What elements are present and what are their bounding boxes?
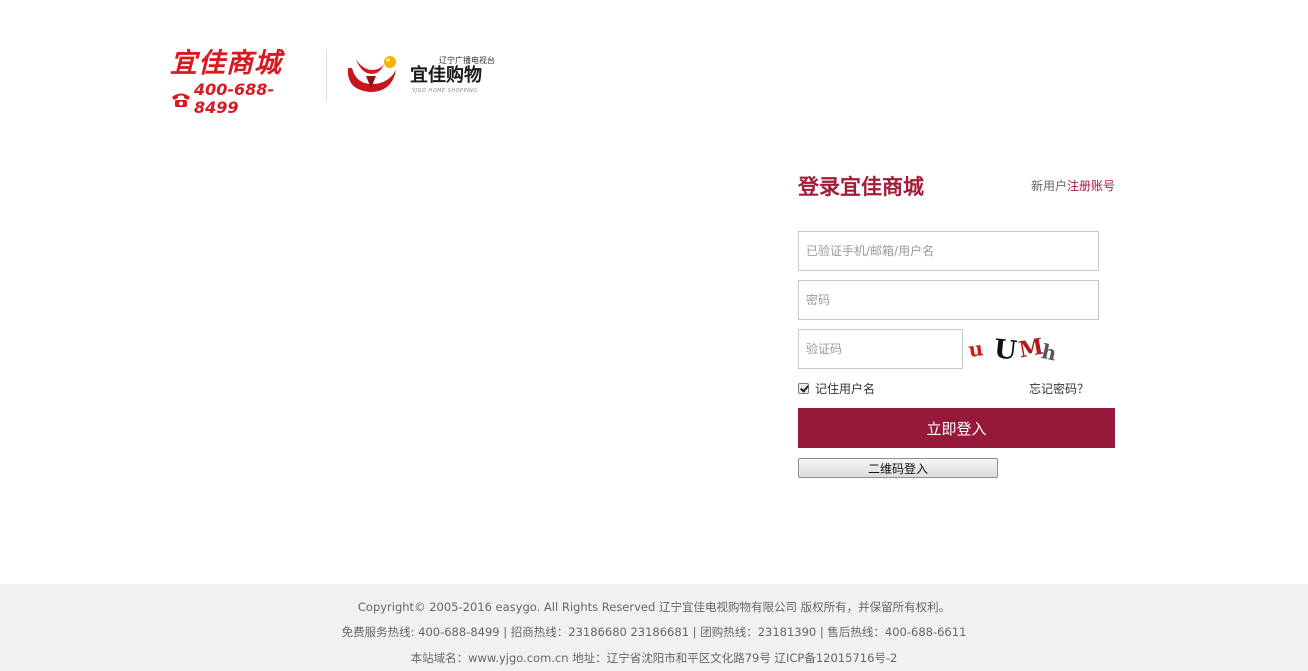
login-title: 登录宜佳商城 xyxy=(798,175,924,199)
remember-checkbox[interactable] xyxy=(798,383,809,394)
remember-row: 记住用户名 xyxy=(798,380,875,397)
footer-site-info: 本站域名：www.yjgo.com.cn 地址：辽宁省沈阳市和平区文化路79号 … xyxy=(410,651,898,665)
captcha-char-2: U xyxy=(993,334,1019,366)
forgot-password-link[interactable]: 忘记密码？ xyxy=(1029,380,1089,397)
footer: Copyright© 2005-2016 easygo. All Rights … xyxy=(0,584,1308,671)
captcha-input[interactable] xyxy=(798,329,963,369)
username-input[interactable] xyxy=(798,231,1099,271)
partner-name-en: YJGO HOME SHOPPING xyxy=(412,88,478,94)
brand-name: 宜佳商城 xyxy=(170,48,282,79)
captcha-image[interactable]: u U M h xyxy=(964,329,1061,369)
hotline-number: 400-688-8499 xyxy=(194,80,275,117)
login-button[interactable]: 立即登入 xyxy=(798,408,1115,448)
new-user-text: 新用户 xyxy=(1031,179,1068,193)
logo-divider xyxy=(326,50,327,100)
register-prompt: 新用户注册账号 xyxy=(1031,177,1115,195)
password-input[interactable] xyxy=(798,280,1099,320)
remember-label: 记住用户名 xyxy=(815,382,876,396)
qr-login-button[interactable]: 二维码登入 xyxy=(798,458,998,478)
footer-copyright: Copyright© 2005-2016 easygo. All Rights … xyxy=(357,600,951,614)
footer-hotlines: 免费服务热线: 400-688-8499 | 招商热线：23186680 231… xyxy=(341,625,967,639)
captcha-svg: u U M h xyxy=(967,334,1059,367)
phone-icon xyxy=(170,90,192,108)
site-logo[interactable]: 宜佳商城 400-688-8499 xyxy=(170,48,312,117)
partner-name: 宜佳购物 xyxy=(410,65,482,86)
partner-logo: 辽宁广播电视台 宜佳购物 YJGO HOME SHOPPING xyxy=(342,54,502,98)
captcha-char-1: u xyxy=(967,336,985,362)
hotline-row: 400-688-8499 xyxy=(170,81,312,117)
register-link[interactable]: 注册账号 xyxy=(1067,179,1115,193)
partner-emblem-icon xyxy=(347,56,396,92)
